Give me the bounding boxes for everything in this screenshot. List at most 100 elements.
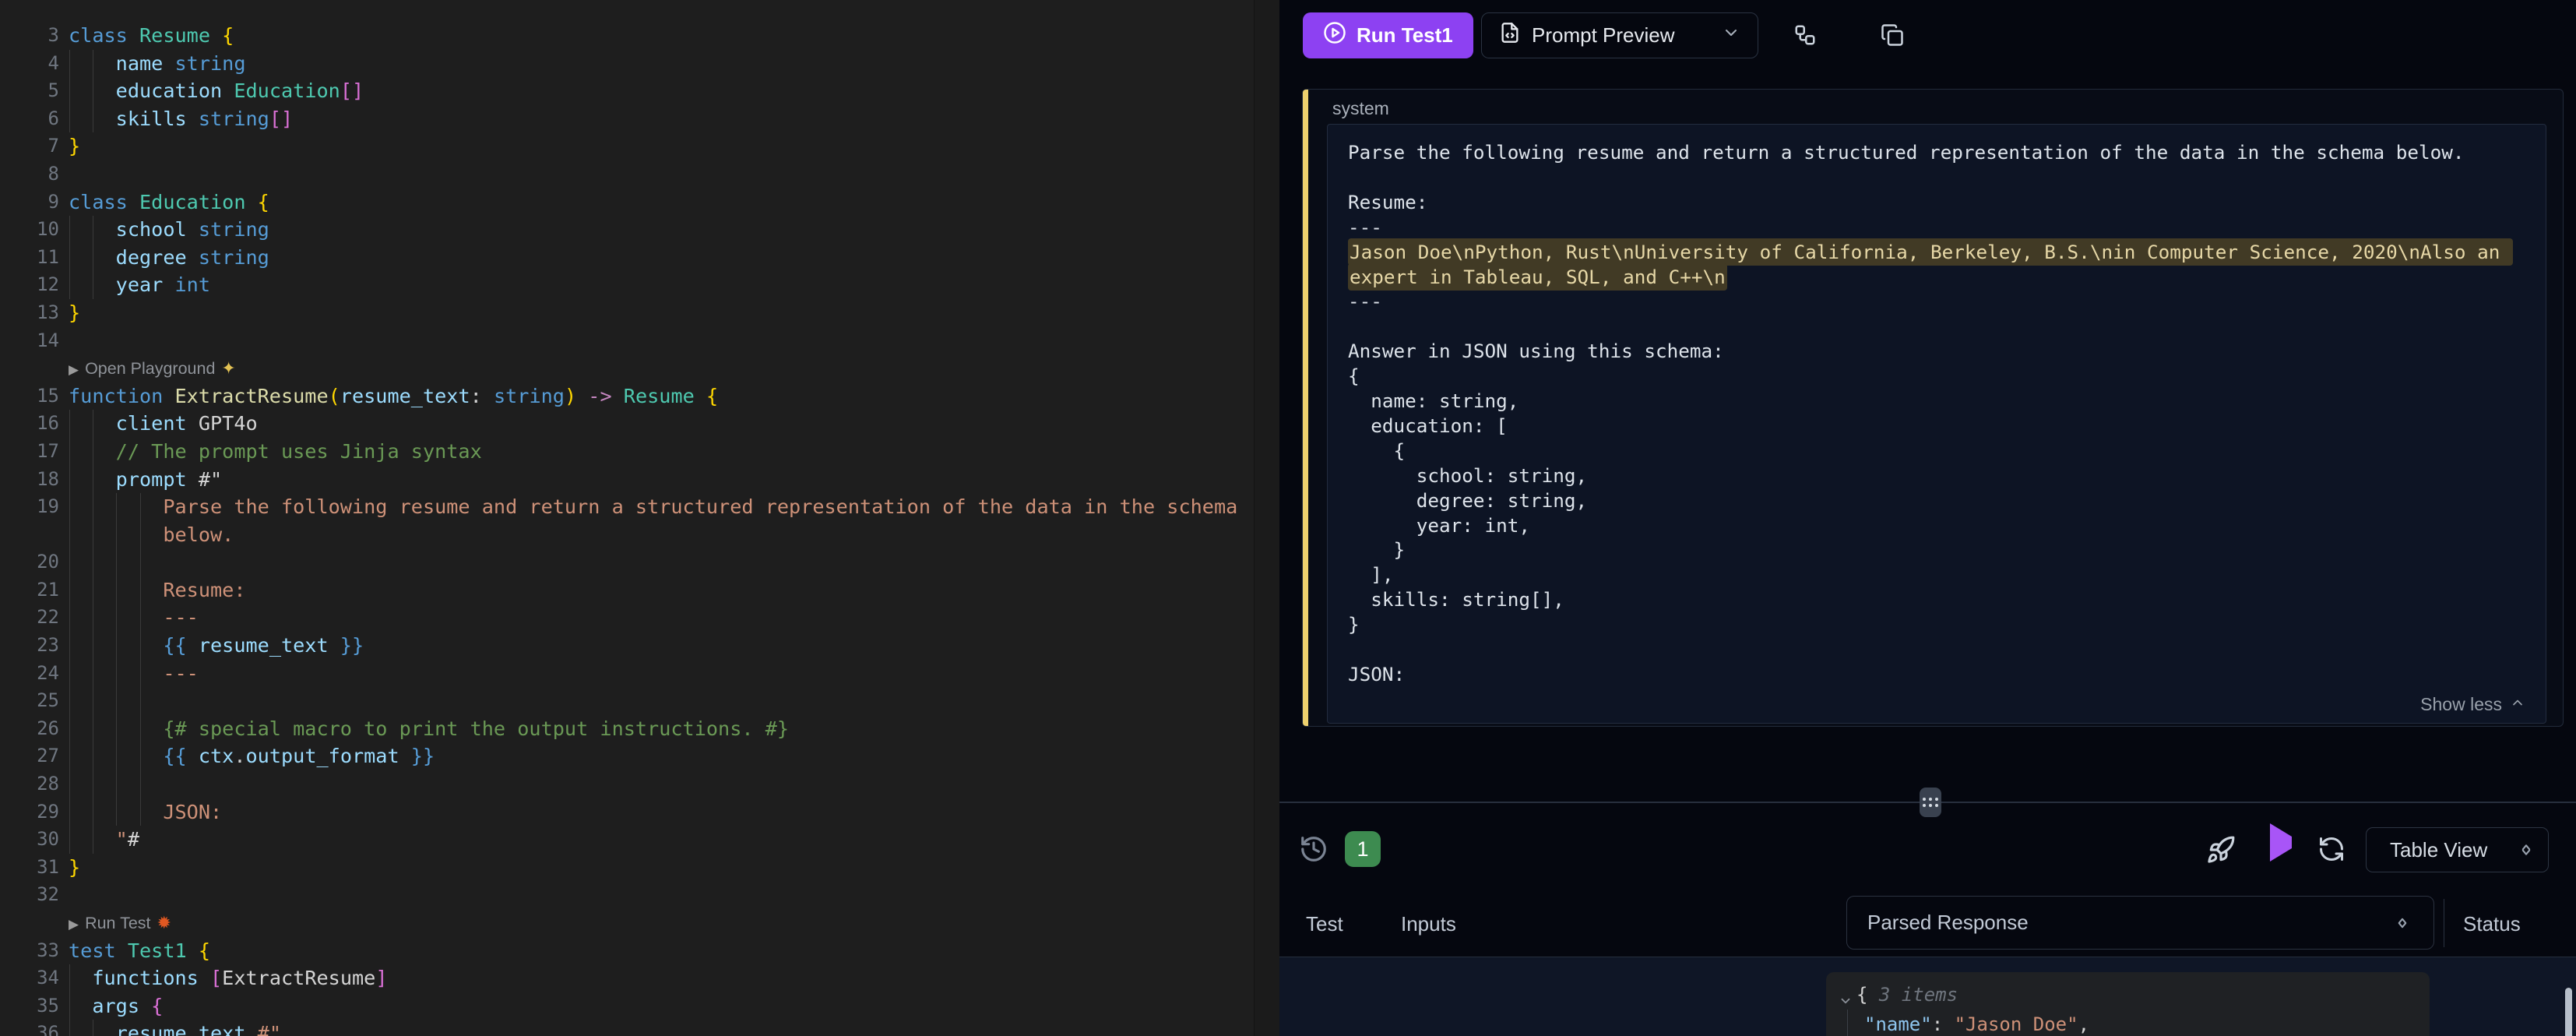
editor-lines: 3class Resume {4 name string5 education … <box>0 22 1254 1036</box>
code-line: 33test Test1 { <box>0 937 1254 965</box>
code-token: string <box>175 52 246 75</box>
prompt-preview-panel: system Parse the following resume and re… <box>1302 89 2564 727</box>
code-text: resume_text #" <box>69 1020 281 1036</box>
code-token: --- <box>163 662 199 685</box>
code-token <box>69 218 116 241</box>
column-header-test: Test <box>1306 911 1343 936</box>
line-number: 6 <box>0 105 59 133</box>
playground-panel: Run Test1 Prompt Preview system Parse th… <box>1279 0 2576 1036</box>
prompt-line <box>1348 165 2525 190</box>
code-token: "Jason Doe" <box>1955 1013 2078 1035</box>
code-token: } <box>69 856 80 879</box>
code-line: 9class Education { <box>0 189 1254 217</box>
code-text: class Education { <box>69 189 269 217</box>
prompt-line: { <box>1348 439 2525 463</box>
code-token: {{ <box>163 634 199 657</box>
code-token <box>69 801 163 823</box>
line-number: 12 <box>0 271 59 299</box>
table-view-label: Table View <box>2390 838 2487 862</box>
codelens-runtest[interactable]: ▶Run Test✹ <box>69 909 171 939</box>
prompt-line: skills: string[], <box>1348 587 2525 612</box>
parsed-response-json-viewer[interactable]: { 3 items"name": "Jason Doe","education"… <box>1826 972 2430 1036</box>
prompt-line <box>1348 314 2525 339</box>
highlighted-template-variable: Jason Doe\nPython, Rust\nUniversity of C… <box>1348 238 2513 291</box>
line-number: 13 <box>0 299 59 327</box>
code-token <box>69 634 163 657</box>
code-editor[interactable]: 3class Resume {4 name string5 education … <box>0 0 1279 1036</box>
table-view-select[interactable]: Table View <box>2366 827 2549 872</box>
code-text: "# <box>69 826 139 854</box>
code-token: [] <box>269 107 293 130</box>
editor-scrollbar-track[interactable] <box>1254 0 1279 1036</box>
history-icon[interactable] <box>1297 832 1331 866</box>
code-token <box>69 468 116 491</box>
code-token: [] <box>340 79 364 102</box>
code-token <box>69 579 163 601</box>
prompt-line: Parse the following resume and return a … <box>1348 140 2525 165</box>
code-line: 35 args { <box>0 992 1254 1020</box>
run-all-play-icon[interactable] <box>2270 837 2292 848</box>
code-text: args { <box>69 992 163 1020</box>
code-token: " <box>116 828 128 851</box>
rendered-prompt: Parse the following resume and return a … <box>1327 124 2546 724</box>
run-test-button[interactable]: Run Test1 <box>1303 12 1473 58</box>
show-less-link[interactable]: Show less <box>2420 694 2525 715</box>
column-header-parsed-response[interactable]: Parsed Response <box>1846 896 2434 950</box>
code-token: string <box>199 246 269 269</box>
codelens-playground[interactable]: ▶Open Playground✦ <box>69 354 236 384</box>
code-line: 23 {{ resume_text }} <box>0 632 1254 660</box>
test-result-row[interactable]: { 3 items"name": "Jason Doe","education"… <box>1279 957 2576 1036</box>
rocket-icon[interactable] <box>2206 835 2236 867</box>
code-token: "name" <box>1864 1013 1932 1035</box>
code-text: test Test1 { <box>69 937 210 965</box>
results-scrollbar-thumb[interactable] <box>2565 988 2572 1036</box>
code-token: { <box>199 939 210 962</box>
select-chevrons-icon <box>2518 844 2534 856</box>
splitter-drag-handle[interactable] <box>1920 788 1941 817</box>
codelens-row: ▶Run Test✹ <box>0 909 1254 937</box>
code-text: Resume: <box>69 576 245 604</box>
code-token: degree <box>116 246 199 269</box>
code-token: ExtractResume <box>174 385 328 407</box>
code-line: 27 {{ ctx.output_format }} <box>0 742 1254 770</box>
line-number: 36 <box>0 1020 59 1036</box>
code-line: 19 Parse the following resume and return… <box>0 493 1254 521</box>
code-line: 21 Resume: <box>0 576 1254 604</box>
code-token: ctx <box>199 745 234 767</box>
prompt-line: name: string, <box>1348 389 2525 414</box>
code-token <box>69 828 116 851</box>
code-token: year <box>116 273 175 296</box>
code-token: { <box>1856 984 1879 1006</box>
code-text: name string <box>69 50 246 78</box>
workflow-link-icon[interactable] <box>1787 17 1823 53</box>
test-case-badge[interactable]: 1 <box>1345 831 1381 867</box>
refresh-icon[interactable] <box>2317 835 2345 865</box>
code-token: resume_text <box>116 1022 258 1036</box>
code-token <box>69 79 116 102</box>
code-token: Education <box>234 79 340 102</box>
prompt-preview-dropdown[interactable]: Prompt Preview <box>1481 12 1758 58</box>
copy-icon[interactable] <box>1874 17 1910 53</box>
indent-guide <box>69 687 70 715</box>
prompt-line: ], <box>1348 562 2525 587</box>
code-token <box>69 1022 116 1036</box>
codelens-play-icon: ▶ <box>69 917 79 932</box>
code-line: 4 name string <box>0 50 1254 78</box>
code-token <box>69 745 163 767</box>
line-number: 26 <box>0 715 59 743</box>
code-token: resume_text <box>199 634 329 657</box>
code-line: 14 <box>0 327 1254 355</box>
code-line: 15function ExtractResume(resume_text: st… <box>0 382 1254 411</box>
code-token: class <box>69 24 139 47</box>
line-number: 34 <box>0 964 59 992</box>
code-token: ) <box>565 385 576 407</box>
prompt-line: { <box>1348 364 2525 389</box>
prompt-preview-label: Prompt Preview <box>1532 23 1675 48</box>
code-token: { <box>151 995 163 1017</box>
code-text: functions [ExtractResume] <box>69 964 387 992</box>
line-number: 14 <box>0 327 59 355</box>
file-code-icon <box>1499 22 1521 49</box>
code-text: degree string <box>69 244 269 272</box>
line-number: 30 <box>0 826 59 854</box>
code-token: int <box>175 273 211 296</box>
